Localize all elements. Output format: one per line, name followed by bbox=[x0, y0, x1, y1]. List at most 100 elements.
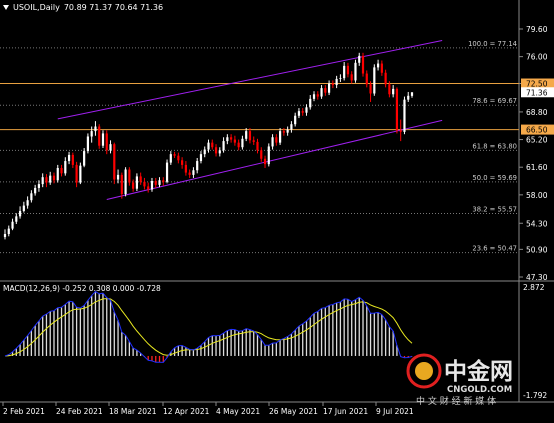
candle-body[interactable] bbox=[154, 181, 157, 185]
candle-body[interactable] bbox=[128, 169, 131, 183]
candle-body[interactable] bbox=[162, 180, 165, 182]
candle-body[interactable] bbox=[203, 149, 206, 155]
candle-body[interactable] bbox=[113, 144, 116, 180]
candle-body[interactable] bbox=[290, 124, 293, 130]
candle-body[interactable] bbox=[222, 141, 225, 151]
candle-body[interactable] bbox=[79, 165, 82, 183]
candle-body[interactable] bbox=[245, 131, 248, 139]
candle-body[interactable] bbox=[150, 181, 154, 190]
candle-body[interactable] bbox=[346, 65, 350, 75]
candle-body[interactable] bbox=[199, 154, 203, 162]
candle-body[interactable] bbox=[260, 150, 263, 159]
candle-body[interactable] bbox=[135, 176, 138, 189]
candle-body[interactable] bbox=[252, 140, 255, 142]
candle-body[interactable] bbox=[7, 228, 10, 235]
candle-body[interactable] bbox=[305, 107, 308, 113]
candle-body[interactable] bbox=[407, 95, 410, 100]
candle-body[interactable] bbox=[132, 182, 135, 189]
candle-body[interactable] bbox=[169, 154, 172, 163]
candle-body[interactable] bbox=[52, 175, 56, 181]
candle-body[interactable] bbox=[395, 88, 399, 131]
candle-body[interactable] bbox=[184, 164, 187, 173]
candle-body[interactable] bbox=[361, 55, 365, 74]
candle-body[interactable] bbox=[143, 181, 146, 187]
candle-body[interactable] bbox=[403, 99, 406, 132]
candle-body[interactable] bbox=[294, 115, 297, 125]
candle-body[interactable] bbox=[22, 205, 25, 211]
candle-body[interactable] bbox=[86, 136, 90, 152]
candle-body[interactable] bbox=[226, 137, 229, 142]
candle-body[interactable] bbox=[41, 177, 44, 185]
candle-body[interactable] bbox=[211, 142, 214, 148]
candle-body[interactable] bbox=[354, 62, 357, 81]
candle-body[interactable] bbox=[339, 78, 342, 79]
candle-body[interactable] bbox=[312, 94, 316, 99]
candle-body[interactable] bbox=[324, 88, 327, 93]
candle-body[interactable] bbox=[56, 167, 59, 181]
candle-body[interactable] bbox=[380, 63, 383, 73]
candle-body[interactable] bbox=[297, 111, 301, 116]
candle-body[interactable] bbox=[3, 234, 7, 238]
candle-body[interactable] bbox=[83, 151, 86, 166]
candle-body[interactable] bbox=[165, 162, 169, 182]
candle-body[interactable] bbox=[350, 74, 353, 81]
candle-body[interactable] bbox=[64, 161, 67, 174]
candle-body[interactable] bbox=[248, 131, 252, 141]
candle-body[interactable] bbox=[49, 175, 52, 183]
candle-body[interactable] bbox=[26, 200, 29, 206]
candle-body[interactable] bbox=[230, 137, 233, 140]
candle-body[interactable] bbox=[335, 78, 338, 86]
candle-body[interactable] bbox=[11, 221, 14, 229]
candle-body[interactable] bbox=[214, 147, 218, 154]
candle-body[interactable] bbox=[120, 174, 123, 195]
candle-body[interactable] bbox=[60, 167, 63, 174]
candle-body[interactable] bbox=[373, 67, 376, 94]
price-chart-canvas[interactable]: 100.0 = 77.14 78.6 = 69.67 61.8 = 63.80 50.… bbox=[0, 0, 554, 419]
candle-body[interactable] bbox=[15, 216, 18, 222]
candle-body[interactable] bbox=[105, 133, 108, 151]
candle-body[interactable] bbox=[358, 55, 361, 63]
candle-body[interactable] bbox=[256, 141, 259, 151]
candle-body[interactable] bbox=[147, 186, 150, 190]
candle-body[interactable] bbox=[331, 83, 334, 86]
candle-body[interactable] bbox=[207, 142, 210, 150]
candle-body[interactable] bbox=[233, 139, 236, 143]
candle-body[interactable] bbox=[71, 154, 74, 165]
candle-body[interactable] bbox=[410, 92, 414, 96]
candle-body[interactable] bbox=[237, 142, 240, 148]
candle-body[interactable] bbox=[365, 73, 368, 85]
candle-body[interactable] bbox=[101, 133, 105, 146]
candle-body[interactable] bbox=[45, 177, 48, 183]
candle-body[interactable] bbox=[158, 180, 161, 185]
candle-body[interactable] bbox=[282, 131, 285, 133]
candle-body[interactable] bbox=[316, 94, 319, 97]
candle-body[interactable] bbox=[90, 131, 93, 137]
candle-body[interactable] bbox=[376, 63, 380, 68]
candle-body[interactable] bbox=[181, 160, 184, 165]
candle-body[interactable] bbox=[173, 154, 176, 156]
candle-body[interactable] bbox=[34, 187, 37, 194]
candle-body[interactable] bbox=[275, 137, 278, 143]
candle-body[interactable] bbox=[75, 164, 78, 183]
candle-body[interactable] bbox=[392, 88, 395, 95]
candle-body[interactable] bbox=[67, 154, 71, 162]
candle-body[interactable] bbox=[116, 174, 120, 180]
candle-body[interactable] bbox=[18, 210, 22, 217]
candle-body[interactable] bbox=[309, 98, 312, 108]
dropdown-triangle-icon[interactable] bbox=[3, 5, 9, 10]
candle-body[interactable] bbox=[279, 131, 282, 143]
candle-body[interactable] bbox=[192, 170, 195, 175]
candle-body[interactable] bbox=[369, 84, 372, 94]
candle-body[interactable] bbox=[263, 158, 267, 165]
candle-body[interactable] bbox=[30, 193, 33, 201]
candle-body[interactable] bbox=[267, 146, 270, 165]
candle-body[interactable] bbox=[188, 172, 191, 175]
candle-body[interactable] bbox=[286, 129, 289, 133]
candle-body[interactable] bbox=[139, 176, 142, 182]
candle-body[interactable] bbox=[124, 169, 127, 195]
candle-body[interactable] bbox=[327, 83, 331, 93]
candle-body[interactable] bbox=[301, 111, 304, 113]
candle-body[interactable] bbox=[98, 126, 101, 146]
candle-body[interactable] bbox=[94, 126, 97, 132]
candle-body[interactable] bbox=[37, 184, 41, 188]
